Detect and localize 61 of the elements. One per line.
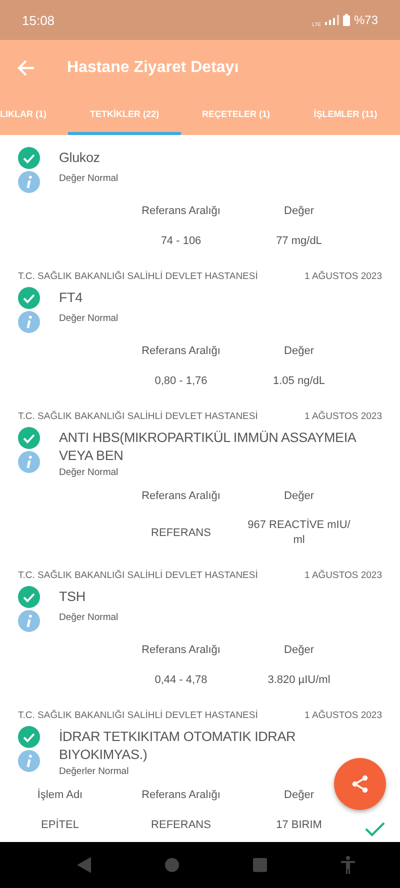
column-header: Referans Aralığı: [140, 345, 222, 357]
test-name: Glukoz: [59, 149, 100, 167]
info-icon[interactable]: [18, 451, 40, 473]
back-icon[interactable]: [77, 857, 91, 873]
table-cell-text: 77 mg/dL: [275, 234, 323, 248]
status-note: Değer Normal: [59, 612, 118, 623]
test-name: ANTI HBS(MIKROPARTIKÜL IMMÜN ASSAYMEIA VEYA BEN: [59, 429, 357, 465]
table-cell-text: 0,80 - 1,76: [154, 374, 208, 388]
column-header: Değer: [283, 205, 315, 217]
test-name: İDRAR TETKIKITAM OTOMATIK IDRAR BIYOKIMYAS.): [59, 728, 297, 764]
table-cell-text: EPİTEL: [40, 818, 80, 832]
table-cell-text: 1.05 ng/dL: [272, 374, 326, 388]
tab[interactable]: İŞLEMLER (11): [291, 95, 400, 135]
share-button[interactable]: [334, 758, 386, 810]
hospital-name: T.C. SAĞLIK BAKANLIĞI SALİHLİ DEVLET HASTANESİ: [18, 710, 258, 720]
column-header: Referans Aralığı: [140, 644, 222, 656]
tab[interactable]: LIKLAR (1): [0, 95, 68, 135]
signal-icon: [324, 15, 339, 25]
info-icon[interactable]: [18, 171, 40, 193]
table-cell-text: 17 BIRIM: [275, 818, 323, 832]
info-icon[interactable]: [18, 311, 40, 333]
column-header: Referans Aralığı: [140, 789, 222, 801]
column-header: Referans Aralığı: [140, 490, 222, 502]
result-date: 1 AĞUSTOS 2023: [304, 410, 382, 422]
status-note: Değerler Normal: [59, 766, 129, 777]
table-cell-text: REFERANS: [150, 818, 212, 832]
tab[interactable]: TETKİKLER (22): [68, 95, 181, 135]
tab[interactable]: REÇETELER (1): [181, 95, 291, 135]
home-icon[interactable]: [165, 858, 179, 872]
status-time: 15:08: [22, 12, 55, 28]
column-header: İşlem Adı: [36, 789, 84, 801]
column-header: Değer: [283, 490, 315, 502]
share-icon: [350, 774, 370, 794]
result-date: 1 AĞUSTOS 2023: [304, 270, 382, 282]
info-icon[interactable]: [18, 610, 40, 632]
hospital-name: T.C. SAĞLIK BAKANLIĞI SALİHLİ DEVLET HASTANESİ: [18, 270, 258, 282]
table-cell-text: 0,44 - 4,78: [154, 672, 208, 688]
back-arrow-icon[interactable]: [16, 58, 36, 78]
hospital-name: T.C. SAĞLIK BAKANLIĞI SALİHLİ DEVLET HASTANESİ: [18, 410, 258, 422]
column-header: Referans Aralığı: [140, 205, 222, 217]
table-cell-text: REFERANS: [150, 526, 212, 540]
status-note: Değer Normal: [59, 173, 118, 184]
screen-title: Hastane Ziyaret Detayı: [67, 58, 239, 76]
column-header: Değer: [283, 789, 315, 801]
status-note: Değer Normal: [59, 313, 118, 324]
result-date: 1 AĞUSTOS 2023: [304, 710, 382, 720]
test-name: TSH: [59, 588, 86, 606]
status-note: Değer Normal: [59, 467, 118, 478]
info-icon[interactable]: [18, 750, 40, 772]
column-header: Değer: [283, 644, 315, 656]
test-name: FT4: [59, 289, 82, 307]
column-header: Değer: [283, 345, 315, 357]
battery-icon: [342, 14, 350, 26]
table-cell-text: 3.820 µIU/ml: [266, 672, 332, 688]
hospital-name: T.C. SAĞLIK BAKANLIĞI SALİHLİ DEVLET HASTANESİ: [18, 570, 258, 580]
recents-icon[interactable]: [253, 858, 267, 872]
table-cell-text: 967 REACTİVE mIU/ ml: [246, 518, 352, 548]
accessibility-icon[interactable]: [341, 856, 355, 874]
battery-level: %73: [354, 13, 378, 27]
result-date: 1 AĞUSTOS 2023: [304, 570, 382, 580]
table-cell-text: 74 - 106: [160, 234, 202, 248]
